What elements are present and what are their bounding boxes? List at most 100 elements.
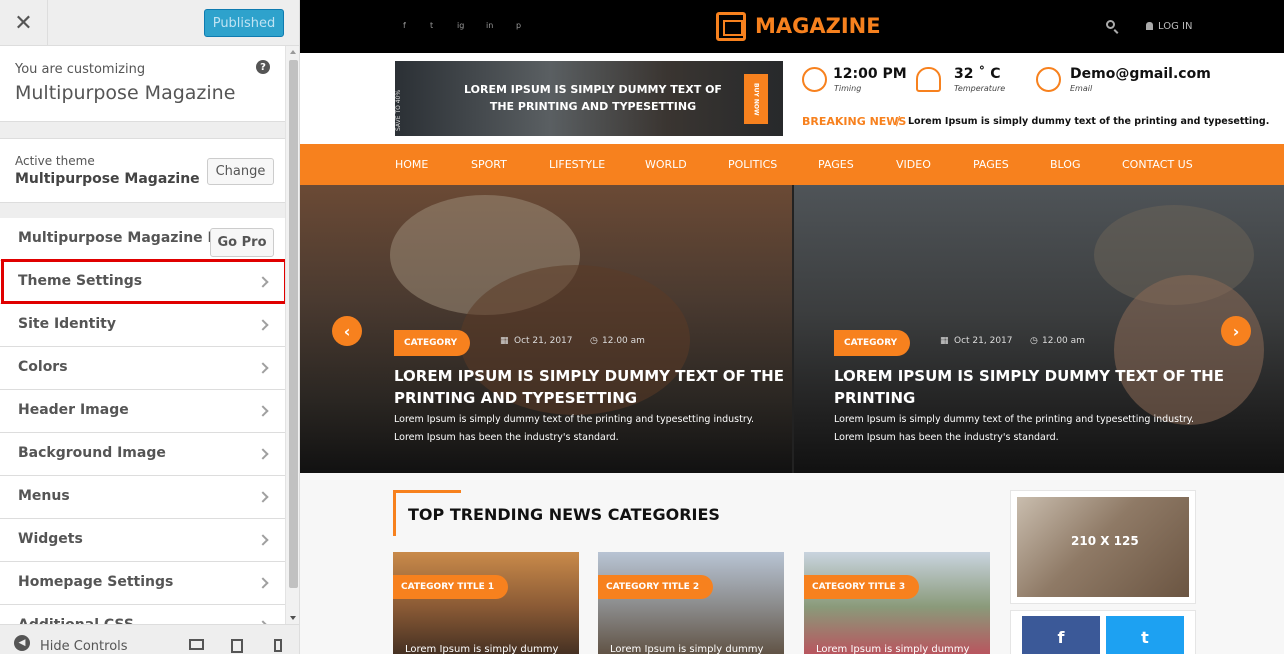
mobile-icon[interactable] <box>274 639 282 652</box>
user-icon <box>1146 22 1153 30</box>
clock-icon: ◷ <box>1030 336 1038 346</box>
chevron-right-icon <box>257 362 269 374</box>
tablet-icon[interactable] <box>231 639 243 653</box>
card-category-badge[interactable]: CATEGORY TITLE 3 <box>804 575 920 599</box>
chevron-right-icon <box>257 448 269 460</box>
app-root: ✕ Published You are customizing Multipur… <box>0 0 1284 654</box>
hide-controls-label[interactable]: Hide Controls <box>40 639 128 654</box>
chevron-right-icon <box>257 276 269 288</box>
chevron-right-icon <box>257 491 269 503</box>
nav-item-sport[interactable]: SPORT <box>471 158 507 171</box>
go-pro-button[interactable]: Go Pro <box>210 228 274 257</box>
publish-button[interactable]: Published <box>204 9 284 37</box>
logo-icon[interactable] <box>716 12 746 41</box>
twitter-icon[interactable]: t <box>430 21 433 30</box>
menu-item-label: Background Image <box>18 445 166 461</box>
slide-date: Oct 21, 2017 <box>514 336 573 346</box>
chevron-right-icon <box>257 534 269 546</box>
customizer-menu: Multipurpose Magazine Pro Go Pro Theme S… <box>0 218 287 648</box>
buy-now-button[interactable]: BUY NOW <box>744 74 768 124</box>
menu-item-colors[interactable]: Colors <box>0 347 285 390</box>
login-link[interactable]: LOG IN <box>1158 21 1192 32</box>
menu-item-menus[interactable]: Menus <box>0 476 285 519</box>
linkedin-icon[interactable]: in <box>486 21 493 30</box>
panel-scrollbar[interactable] <box>285 46 299 624</box>
nav-item-politics[interactable]: POLITICS <box>728 158 777 171</box>
nav-item-video[interactable]: VIDEO <box>896 158 931 171</box>
scrollbar-thumb[interactable] <box>289 60 298 588</box>
section-title: TOP TRENDING NEWS CATEGORIES <box>408 505 720 524</box>
active-theme-label: Active theme <box>15 154 95 168</box>
help-icon[interactable]: ? <box>256 60 270 74</box>
facebook-icon[interactable]: f <box>403 21 406 30</box>
slide-1[interactable]: CATEGORY ▦ Oct 21, 2017 ◷ 12.00 am LOREM… <box>300 185 792 473</box>
category-badge[interactable]: CATEGORY <box>394 330 470 356</box>
trending-section: TOP TRENDING NEWS CATEGORIES CATEGORY TI… <box>300 473 1284 654</box>
slide-time: 12.00 am <box>1042 336 1085 346</box>
nav-item-home[interactable]: HOME <box>395 158 428 171</box>
menu-item-header-image[interactable]: Header Image <box>0 390 285 433</box>
clock-icon: ◷ <box>590 336 598 346</box>
nav-item-lifestyle[interactable]: LIFESTYLE <box>549 158 605 171</box>
nav-item-pages[interactable]: PAGES <box>818 158 854 171</box>
email-value[interactable]: Demo@gmail.com <box>1070 66 1211 82</box>
slide-description: Lorem Ipsum is simply dummy text of the … <box>394 414 755 425</box>
sidebar-ad[interactable]: 210 X 125 <box>1010 490 1196 604</box>
card-category-badge[interactable]: CATEGORY TITLE 1 <box>393 575 509 599</box>
desktop-icon[interactable] <box>189 639 204 650</box>
category-badge[interactable]: CATEGORY <box>834 330 910 356</box>
site-topbar: f t ig in p MAGAZINE LOG IN <box>300 0 1284 53</box>
menu-item-label: Homepage Settings <box>18 574 174 590</box>
search-icon[interactable] <box>1106 20 1115 29</box>
slide-title[interactable]: LOREM IPSUM IS SIMPLY DUMMY TEXT OF THE … <box>834 365 1234 409</box>
weather-icon <box>916 67 941 92</box>
slide-title[interactable]: LOREM IPSUM IS SIMPLY DUMMY TEXT OF THE … <box>394 365 792 409</box>
trending-card-3[interactable]: CATEGORY TITLE 3 Lorem Ipsum is simply d… <box>804 552 990 654</box>
email-label: Email <box>1070 84 1093 93</box>
breaking-news-separator: / <box>896 114 901 128</box>
nav-item-contact[interactable]: CONTACT US <box>1122 158 1193 171</box>
breaking-news-text[interactable]: Lorem Ipsum is simply dummy text of the … <box>908 116 1269 127</box>
temperature-value: 32 ˚ C <box>954 66 1001 82</box>
temperature-label: Temperature <box>954 84 1006 93</box>
twitter-icon[interactable]: t <box>1106 616 1184 654</box>
header-banner[interactable]: SAVE TO 40% LOREM IPSUM IS SIMPLY DUMMY … <box>395 61 783 136</box>
change-theme-button[interactable]: Change <box>207 158 274 185</box>
slider-next-icon[interactable]: › <box>1221 316 1251 346</box>
facebook-icon[interactable]: f <box>1022 616 1100 654</box>
slider-prev-icon[interactable]: ‹ <box>332 316 362 346</box>
main-nav: HOME SPORT LIFESTYLE WORLD POLITICS PAGE… <box>300 144 1284 185</box>
time-label: Timing <box>834 84 862 93</box>
menu-item-widgets[interactable]: Widgets <box>0 519 285 562</box>
menu-item-label: Widgets <box>18 531 83 547</box>
card-text[interactable]: Lorem Ipsum is simply dummy <box>610 644 763 654</box>
nav-item-blog[interactable]: BLOG <box>1050 158 1080 171</box>
menu-item-theme-settings[interactable]: Theme Settings <box>0 261 285 304</box>
scroll-down-icon[interactable] <box>290 616 296 620</box>
card-text[interactable]: Lorem Ipsum is simply dummy <box>816 644 969 654</box>
hide-controls-icon[interactable]: ◀ <box>14 635 30 651</box>
site-logo[interactable]: MAGAZINE <box>755 14 881 38</box>
nav-item-world[interactable]: WORLD <box>645 158 687 171</box>
pinterest-icon[interactable]: p <box>516 21 521 30</box>
hero-slider: CATEGORY ▦ Oct 21, 2017 ◷ 12.00 am LOREM… <box>300 185 1284 473</box>
clock-icon <box>802 67 827 92</box>
menu-item-background-image[interactable]: Background Image <box>0 433 285 476</box>
slide-2[interactable]: CATEGORY ▦ Oct 21, 2017 ◷ 12.00 am LOREM… <box>794 185 1284 473</box>
nav-item-pages-2[interactable]: PAGES <box>973 158 1009 171</box>
banner-text: LOREM IPSUM IS SIMPLY DUMMY TEXT OF THE … <box>464 83 722 113</box>
card-category-badge[interactable]: CATEGORY TITLE 2 <box>598 575 714 599</box>
instagram-icon[interactable]: ig <box>457 21 464 30</box>
trending-card-2[interactable]: CATEGORY TITLE 2 Lorem Ipsum is simply d… <box>598 552 784 654</box>
menu-item-homepage-settings[interactable]: Homepage Settings <box>0 562 285 605</box>
trending-card-1[interactable]: CATEGORY TITLE 1 Lorem Ipsum is simply d… <box>393 552 579 654</box>
scroll-up-icon[interactable] <box>290 50 296 54</box>
menu-item-label: Header Image <box>18 402 129 418</box>
menu-item-site-identity[interactable]: Site Identity <box>0 304 285 347</box>
chevron-right-icon <box>257 577 269 589</box>
menu-item-label: Menus <box>18 488 70 504</box>
close-icon[interactable]: ✕ <box>0 0 48 46</box>
card-text[interactable]: Lorem Ipsum is simply dummy <box>405 644 558 654</box>
calendar-icon: ▦ <box>500 336 509 346</box>
chevron-right-icon <box>257 319 269 331</box>
